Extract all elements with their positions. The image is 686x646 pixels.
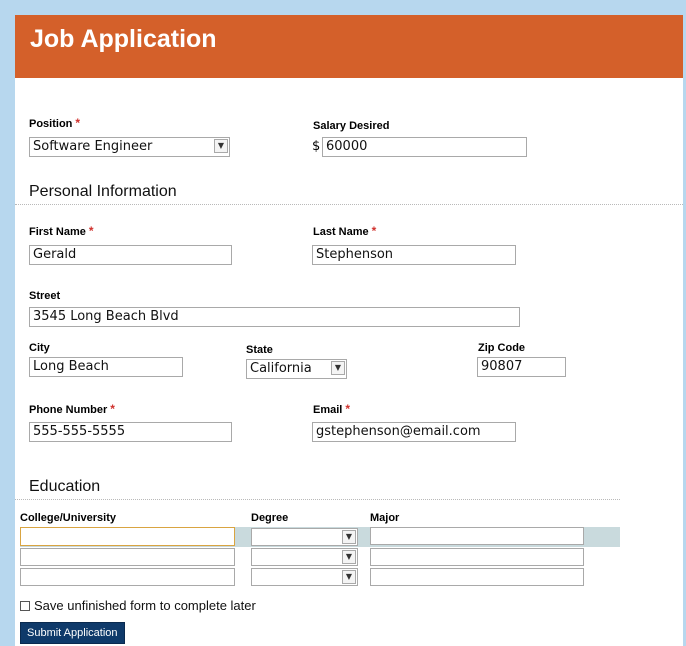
- college-input-3[interactable]: [20, 568, 235, 586]
- state-select[interactable]: California ▼: [246, 359, 347, 379]
- zip-code-input[interactable]: 90807: [477, 357, 566, 377]
- chevron-down-icon: ▼: [342, 570, 356, 584]
- submit-application-button[interactable]: Submit Application: [20, 622, 125, 644]
- state-label: State: [246, 344, 273, 356]
- phone-number-label: Phone Number *: [29, 402, 115, 416]
- save-later-label: Save unfinished form to complete later: [34, 598, 256, 613]
- city-label: City: [29, 342, 50, 354]
- job-application-form: Job Application Position * Software Engin…: [15, 15, 683, 646]
- section-divider: [15, 499, 620, 500]
- required-marker: *: [345, 402, 351, 416]
- major-input-1[interactable]: [370, 527, 584, 545]
- section-divider: [15, 204, 683, 205]
- salary-label: Salary Desired: [313, 120, 390, 132]
- first-name-input[interactable]: Gerald: [29, 245, 232, 265]
- street-label: Street: [29, 290, 61, 302]
- email-label: Email *: [313, 402, 351, 416]
- chevron-down-icon: ▼: [342, 530, 356, 544]
- position-value: Software Engineer: [33, 139, 153, 154]
- form-header: Job Application: [15, 15, 683, 78]
- zip-code-label: Zip Code: [478, 342, 526, 354]
- required-marker: *: [371, 224, 377, 238]
- degree-column-header: Degree: [251, 512, 289, 524]
- first-name-label: First Name *: [29, 224, 94, 238]
- state-value: California: [250, 361, 312, 376]
- degree-select-2[interactable]: ▼: [251, 548, 358, 566]
- salary-input[interactable]: 60000: [322, 137, 527, 157]
- save-later-option[interactable]: Save unfinished form to complete later: [20, 598, 256, 613]
- degree-select-3[interactable]: ▼: [251, 568, 358, 586]
- required-marker: *: [75, 116, 81, 130]
- chevron-down-icon: ▼: [342, 550, 356, 564]
- last-name-label: Last Name *: [313, 224, 377, 238]
- major-input-2[interactable]: [370, 548, 584, 566]
- college-column-header: College/University: [20, 512, 116, 524]
- major-input-3[interactable]: [370, 568, 584, 586]
- phone-number-input[interactable]: 555-555-5555: [29, 422, 232, 442]
- personal-information-heading: Personal Information: [29, 183, 177, 200]
- degree-select-1[interactable]: ▼: [251, 528, 358, 546]
- currency-symbol: $: [312, 139, 321, 154]
- chevron-down-icon: ▼: [214, 139, 228, 153]
- required-marker: *: [88, 224, 94, 238]
- last-name-input[interactable]: Stephenson: [312, 245, 516, 265]
- position-label: Position *: [29, 116, 81, 130]
- education-heading: Education: [29, 478, 101, 495]
- street-input[interactable]: 3545 Long Beach Blvd: [29, 307, 520, 327]
- college-input-2[interactable]: [20, 548, 235, 566]
- major-column-header: Major: [370, 512, 400, 524]
- checkbox-icon[interactable]: [20, 601, 30, 611]
- email-input[interactable]: gstephenson@email.com: [312, 422, 516, 442]
- form-title: Job Application: [30, 25, 217, 53]
- chevron-down-icon: ▼: [331, 361, 345, 375]
- position-select[interactable]: Software Engineer ▼: [29, 137, 230, 157]
- city-input[interactable]: Long Beach: [29, 357, 183, 377]
- required-marker: *: [110, 402, 115, 416]
- college-input-1[interactable]: [20, 527, 235, 546]
